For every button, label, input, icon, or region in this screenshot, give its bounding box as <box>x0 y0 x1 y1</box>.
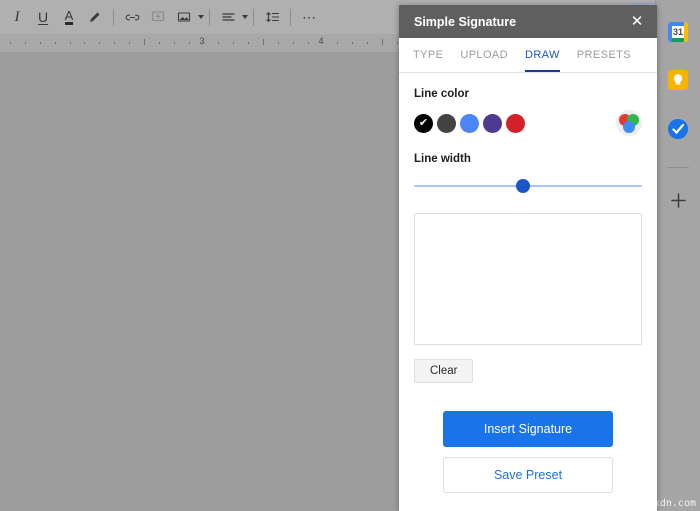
ruler-number: 4 <box>318 36 324 46</box>
tab-draw[interactable]: DRAW <box>524 49 560 72</box>
insert-link-icon[interactable] <box>119 4 145 30</box>
ruler-tick <box>144 39 145 45</box>
underline-glyph: U <box>37 9 49 25</box>
slider-thumb[interactable] <box>516 179 531 193</box>
underline-icon[interactable]: U <box>30 4 56 30</box>
insert-signature-button[interactable]: Insert Signature <box>443 411 613 447</box>
ruler-tick <box>99 42 100 44</box>
align-svg <box>221 12 235 21</box>
ruler-tick <box>218 42 219 44</box>
ruler-tick <box>174 42 175 44</box>
ruler-tick <box>337 42 338 44</box>
ruler-tick <box>293 42 294 44</box>
dialog-title: Simple Signature <box>414 14 517 29</box>
add-addon-button[interactable] <box>670 192 687 213</box>
plus-icon <box>670 193 686 208</box>
line-color-label: Line color <box>414 88 469 100</box>
comment-svg <box>151 11 165 22</box>
ruler-number: 3 <box>199 36 205 46</box>
color-swatch-black[interactable]: ✔ <box>414 113 433 133</box>
ruler-tick <box>367 42 368 44</box>
add-comment-icon[interactable] <box>145 4 171 30</box>
ruler-tick <box>55 42 56 44</box>
toolbar-divider <box>113 8 114 26</box>
ruler-tick <box>233 42 234 44</box>
dialog-tabs: TYPE UPLOAD DRAW PRESETS <box>399 38 657 73</box>
color-picker-blue-dot <box>623 121 635 133</box>
highlight-pen-icon[interactable] <box>82 4 108 30</box>
keep-bulb-svg <box>673 74 683 85</box>
highlight-pen-svg <box>90 12 100 22</box>
text-color-icon[interactable]: A <box>56 4 82 30</box>
dialog-footer: Insert Signature Save Preset <box>399 411 657 511</box>
calendar-day-number: 31 <box>672 27 683 37</box>
clear-button[interactable]: Clear <box>414 359 474 383</box>
chevron-down-icon <box>242 15 248 19</box>
ruler-tick <box>278 42 279 44</box>
ruler-tick <box>129 42 130 44</box>
insert-image-button[interactable] <box>171 4 204 30</box>
ruler-tick <box>40 42 41 44</box>
tab-type[interactable]: TYPE <box>413 49 443 72</box>
toolbar-divider <box>290 8 291 26</box>
color-swatch-red[interactable] <box>506 113 525 133</box>
line-spacing-svg <box>265 11 279 23</box>
ruler-tick <box>114 42 115 44</box>
ruler-tick <box>382 39 383 45</box>
selected-check-icon: ✔ <box>418 116 429 129</box>
ruler-tick <box>263 39 264 45</box>
ruler-tick <box>189 42 190 44</box>
save-preset-button[interactable]: Save Preset <box>443 457 613 493</box>
insert-image-icon[interactable] <box>171 4 197 30</box>
line-color-swatches: ✔ <box>414 110 642 136</box>
color-swatch-purple[interactable] <box>483 113 502 133</box>
ruler-tick <box>397 42 398 44</box>
close-icon[interactable]: ✕ <box>627 14 647 29</box>
simple-signature-dialog: Simple Signature ✕ TYPE UPLOAD DRAW PRES… <box>399 5 657 511</box>
google-tasks-icon[interactable] <box>668 119 688 139</box>
italic-icon[interactable]: I <box>4 4 30 30</box>
align-button[interactable] <box>215 4 248 30</box>
ruler-tick <box>308 42 309 44</box>
text-color-glyph: A <box>64 7 74 25</box>
ruler-tick <box>10 42 11 44</box>
image-svg <box>177 12 191 22</box>
more-glyph: ⋯ <box>302 8 316 25</box>
ruler-tick <box>159 42 160 44</box>
custom-color-picker-button[interactable] <box>616 110 642 136</box>
more-options-icon[interactable]: ⋯ <box>296 4 322 30</box>
toolbar-divider <box>253 8 254 26</box>
dialog-body: Line color ✔ Line width Clear <box>399 73 657 411</box>
google-calendar-icon[interactable]: 31 <box>668 22 688 42</box>
dialog-header: Simple Signature ✕ <box>399 5 657 38</box>
align-icon[interactable] <box>215 4 241 30</box>
color-swatch-dark-gray[interactable] <box>437 113 456 133</box>
side-rail: 31 <box>655 0 700 511</box>
link-svg <box>125 14 139 20</box>
line-width-slider[interactable] <box>414 178 642 194</box>
ruler-tick <box>70 42 71 44</box>
signature-draw-canvas[interactable] <box>414 213 642 345</box>
google-keep-icon[interactable] <box>668 70 688 90</box>
italic-glyph: I <box>14 8 20 25</box>
ruler-tick <box>248 42 249 44</box>
ruler-tick <box>25 42 26 44</box>
tab-upload[interactable]: UPLOAD <box>460 49 508 72</box>
tasks-check-svg <box>668 119 688 139</box>
line-width-label: Line width <box>414 153 471 165</box>
side-rail-divider <box>667 167 689 168</box>
ruler-tick <box>352 42 353 44</box>
line-spacing-icon[interactable] <box>259 4 285 30</box>
color-swatch-blue[interactable] <box>460 113 479 133</box>
toolbar-divider <box>209 8 210 26</box>
ruler-tick <box>84 42 85 44</box>
chevron-down-icon <box>198 15 204 19</box>
tab-presets[interactable]: PRESETS <box>577 49 631 72</box>
